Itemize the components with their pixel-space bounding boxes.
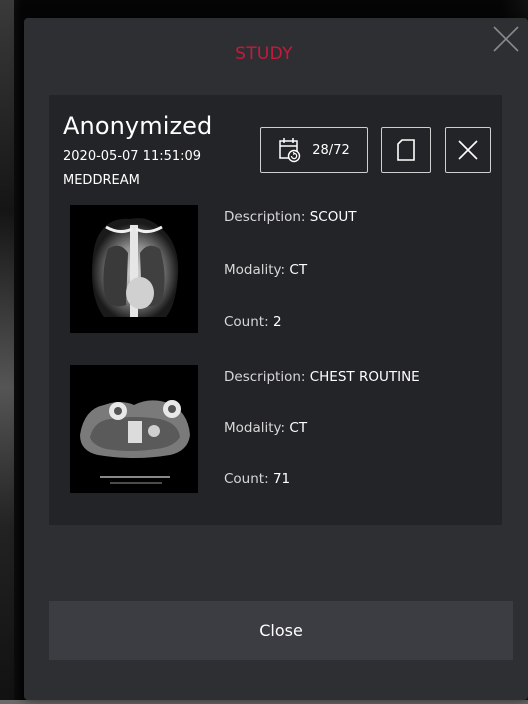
description-label: Description: — [224, 369, 306, 385]
series-1-description: Description: SCOUT — [224, 209, 356, 225]
close-button[interactable]: Close — [49, 601, 513, 660]
dialog-close-icon[interactable] — [491, 24, 521, 54]
series-thumbnail-scout[interactable] — [70, 205, 198, 333]
series-2-description-value: CHEST ROUTINE — [309, 369, 420, 385]
series-thumbnail-chest-routine[interactable] — [70, 365, 198, 493]
dialog-title: STUDY — [235, 44, 293, 64]
modality-label: Modality: — [224, 262, 286, 278]
series-2-modality-value: CT — [289, 420, 308, 436]
viewer-edge-image — [0, 0, 14, 704]
series-2-description: Description: CHEST ROUTINE — [224, 369, 420, 385]
count-label: Count: — [224, 471, 269, 487]
series-1-count-value: 2 — [272, 314, 282, 330]
close-icon — [457, 139, 479, 161]
series-1-description-value: SCOUT — [309, 209, 357, 225]
series-2-modality: Modality: CT — [224, 420, 307, 436]
series-position: 28/72 — [312, 142, 350, 158]
viewer-bottom-strip — [0, 700, 528, 704]
square-icon — [395, 138, 417, 162]
series-navigation-button[interactable]: 28/72 — [260, 127, 368, 173]
series-2-count-value: 71 — [272, 471, 291, 487]
series-1-count: Count: 2 — [224, 314, 282, 330]
patient-name: Anonymized — [63, 112, 213, 140]
description-label: Description: — [224, 209, 306, 225]
close-study-button[interactable] — [445, 127, 491, 173]
count-label: Count: — [224, 314, 269, 330]
calendar-refresh-icon — [278, 137, 302, 163]
square-view-button[interactable] — [381, 127, 431, 173]
modality-label: Modality: — [224, 420, 286, 436]
study-datetime: 2020-05-07 11:51:09 — [63, 149, 202, 164]
series-1-modality: Modality: CT — [224, 262, 307, 278]
study-institution: MEDDREAM — [63, 173, 140, 188]
series-1-modality-value: CT — [289, 262, 308, 278]
series-2-count: Count: 71 — [224, 471, 290, 487]
